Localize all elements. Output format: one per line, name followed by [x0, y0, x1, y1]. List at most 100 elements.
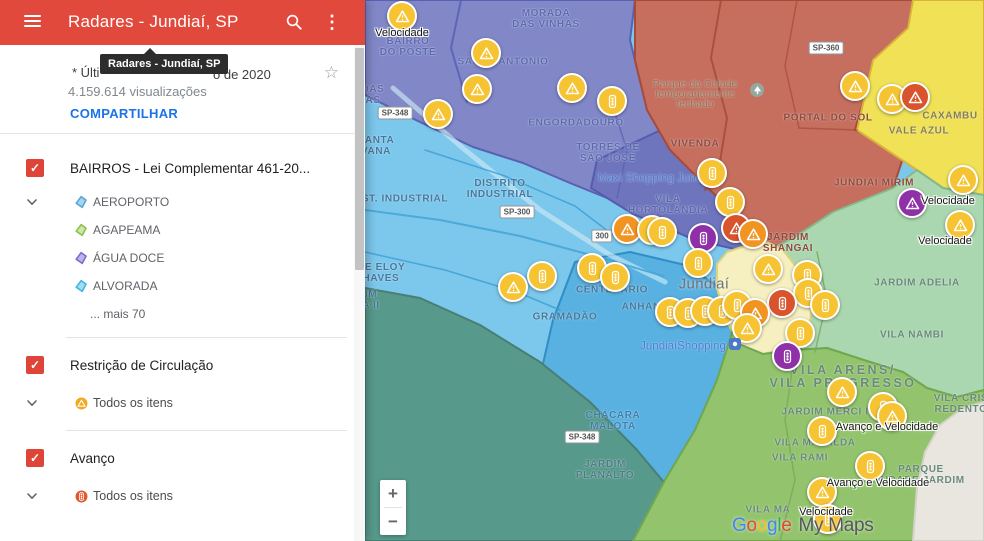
traffic-signal-marker-icon[interactable]: [683, 248, 713, 278]
warning-marker-icon[interactable]: [827, 377, 857, 407]
layer-title[interactable]: Restrição de Circulação: [70, 358, 213, 373]
layer-section: ✓ Avanço Todos os itens: [0, 438, 365, 514]
layer-title[interactable]: Avanço: [70, 451, 115, 466]
map-area-label: ENGORDADOURO: [528, 118, 624, 129]
more-options-icon[interactable]: ⋮: [323, 11, 341, 33]
signal-circle-icon: [74, 489, 88, 503]
traffic-signal-marker-icon[interactable]: [772, 341, 802, 371]
google-logo-letters: Google: [732, 515, 792, 536]
map-area-label: JARDIM ADELIA: [874, 278, 960, 289]
layers-list: ✓ BAIRROS - Lei Complementar 461-20... AER…: [0, 134, 365, 514]
zoom-in-button[interactable]: +: [380, 480, 406, 507]
warning-marker-icon[interactable]: [462, 74, 492, 104]
last-updated-text: * Últi o de 2020: [72, 65, 99, 80]
map-area-label: PORTAL DO SOL: [783, 113, 872, 124]
map-area-label: VILA NAMBI: [880, 330, 944, 341]
chevron-down-icon[interactable]: [26, 489, 38, 507]
warning-marker-icon[interactable]: [840, 71, 870, 101]
layer-header: ✓ Restrição de Circulação: [0, 345, 365, 385]
app-header: Radares - Jundiaí, SP ⋮: [0, 0, 365, 45]
layer-checkbox[interactable]: ✓: [26, 159, 44, 177]
chevron-down-icon[interactable]: [26, 195, 38, 213]
scrollbar-thumb[interactable]: [355, 48, 364, 270]
layer-item-label: AEROPORTO: [93, 195, 169, 209]
zoom-out-button[interactable]: −: [380, 508, 406, 535]
map-area-label: BAIRRODO POSTE: [380, 36, 436, 58]
layer-title[interactable]: BAIRROS - Lei Complementar 461-20...: [70, 161, 310, 176]
map-area-label: CHÁCARAMALOTA: [586, 410, 641, 432]
map-area-label: Maxi Shopping Jund: [598, 174, 702, 185]
zoom-control: + −: [380, 480, 406, 535]
map-area-label: JundiaíShopping: [640, 342, 726, 353]
my-maps-logo-text: My Maps: [799, 515, 874, 536]
layer-checkbox[interactable]: ✓: [26, 356, 44, 374]
map-area-label: CAXAMBU: [922, 111, 977, 122]
map-area-label: QUE ELOYCHAVES: [365, 262, 405, 284]
layer-item-label: ALVORADA: [93, 279, 157, 293]
layer-checkbox[interactable]: ✓: [26, 449, 44, 467]
layer-item[interactable]: Todos os itens: [0, 478, 365, 514]
layer-items: Todos os itens: [0, 478, 365, 514]
warning-marker-icon[interactable]: [471, 38, 501, 68]
map-canvas[interactable]: BAIRRODO POSTEMORADADAS VINHASSANTO ANTO…: [365, 0, 984, 541]
layer-section: ✓ Restrição de Circulação Todos os itens: [0, 345, 365, 421]
map-area-label: ST. INDUSTRIAL: [365, 194, 448, 205]
sidebar-scrollbar[interactable]: [354, 45, 365, 541]
shopping-pin-icon: [729, 338, 741, 350]
map-area-label: IMA II: [365, 289, 380, 311]
traffic-signal-marker-icon[interactable]: [767, 288, 797, 318]
road-badge: SP-360: [809, 42, 844, 55]
section-divider: [66, 337, 347, 338]
traffic-signal-marker-icon[interactable]: [697, 158, 727, 188]
show-more-link[interactable]: ... mais 70: [0, 300, 365, 328]
share-button[interactable]: COMPARTILHAR: [70, 106, 178, 121]
road-badge: 300: [591, 230, 612, 243]
road-badge: SP-348: [565, 431, 600, 444]
menu-icon[interactable]: [24, 15, 41, 30]
map-area-label: VILAHORTOLÂNDIA: [628, 194, 708, 216]
chevron-down-icon[interactable]: [26, 396, 38, 414]
warning-marker-icon[interactable]: [498, 272, 528, 302]
marker-label: Velocidade: [375, 27, 429, 39]
traffic-signal-marker-icon[interactable]: [600, 262, 630, 292]
warning-marker-icon[interactable]: [948, 165, 978, 195]
layer-item[interactable]: AGAPEAMA: [0, 216, 365, 244]
page-title: Radares - Jundiaí, SP: [68, 12, 239, 32]
map-area-label: VILA RAMI: [772, 453, 828, 464]
layer-item[interactable]: AEROPORTO: [0, 188, 365, 216]
traffic-signal-marker-icon[interactable]: [647, 217, 677, 247]
map-area-label: DASAS: [365, 84, 384, 106]
map-area-label: Parque da Cidadetemporariamentefechado: [653, 79, 738, 109]
layer-item-label: Todos os itens: [93, 396, 173, 410]
search-icon[interactable]: [285, 13, 303, 31]
map-area-label: TORRES DESÃO JOSÉ: [576, 142, 640, 164]
polygon-icon: [74, 195, 88, 209]
polygon-icon: [74, 279, 88, 293]
tooltip: Radares - Jundiaí, SP: [100, 54, 228, 74]
traffic-signal-marker-icon[interactable]: [527, 261, 557, 291]
traffic-signal-marker-icon[interactable]: [807, 416, 837, 446]
layer-item-label: AGAPEAMA: [93, 223, 160, 237]
layer-items: AEROPORTO AGAPEAMA ÁGUA DOCE ALVORADA ... ma…: [0, 188, 365, 328]
layer-item[interactable]: Todos os itens: [0, 385, 365, 421]
traffic-signal-marker-icon[interactable]: [715, 187, 745, 217]
map-area-label: JUNDIAÍ MIRIM: [834, 178, 914, 189]
warning-marker-icon[interactable]: [738, 219, 768, 249]
map-area-label: DISTRITOINDUSTRIAL: [467, 178, 534, 200]
marker-label: Avanço e Velocidade: [827, 477, 930, 489]
layer-header: ✓ Avanço: [0, 438, 365, 478]
layer-header: ✓ BAIRROS - Lei Complementar 461-20...: [0, 148, 365, 188]
polygon-icon: [74, 251, 88, 265]
traffic-signal-marker-icon[interactable]: [810, 290, 840, 320]
layer-item[interactable]: ALVORADA: [0, 272, 365, 300]
map-info-section: * Últi o de 2020 4.159.614 visualizações…: [0, 45, 365, 134]
warning-marker-icon[interactable]: [423, 99, 453, 129]
traffic-signal-marker-icon[interactable]: [597, 86, 627, 116]
star-icon[interactable]: ☆: [324, 63, 339, 83]
warning-marker-icon[interactable]: [753, 254, 783, 284]
layer-section: ✓ BAIRROS - Lei Complementar 461-20... AER…: [0, 148, 365, 328]
warning-marker-icon[interactable]: [900, 82, 930, 112]
warning-marker-icon[interactable]: [557, 73, 587, 103]
layer-item[interactable]: ÁGUA DOCE: [0, 244, 365, 272]
layer-item-label: Todos os itens: [93, 489, 173, 503]
